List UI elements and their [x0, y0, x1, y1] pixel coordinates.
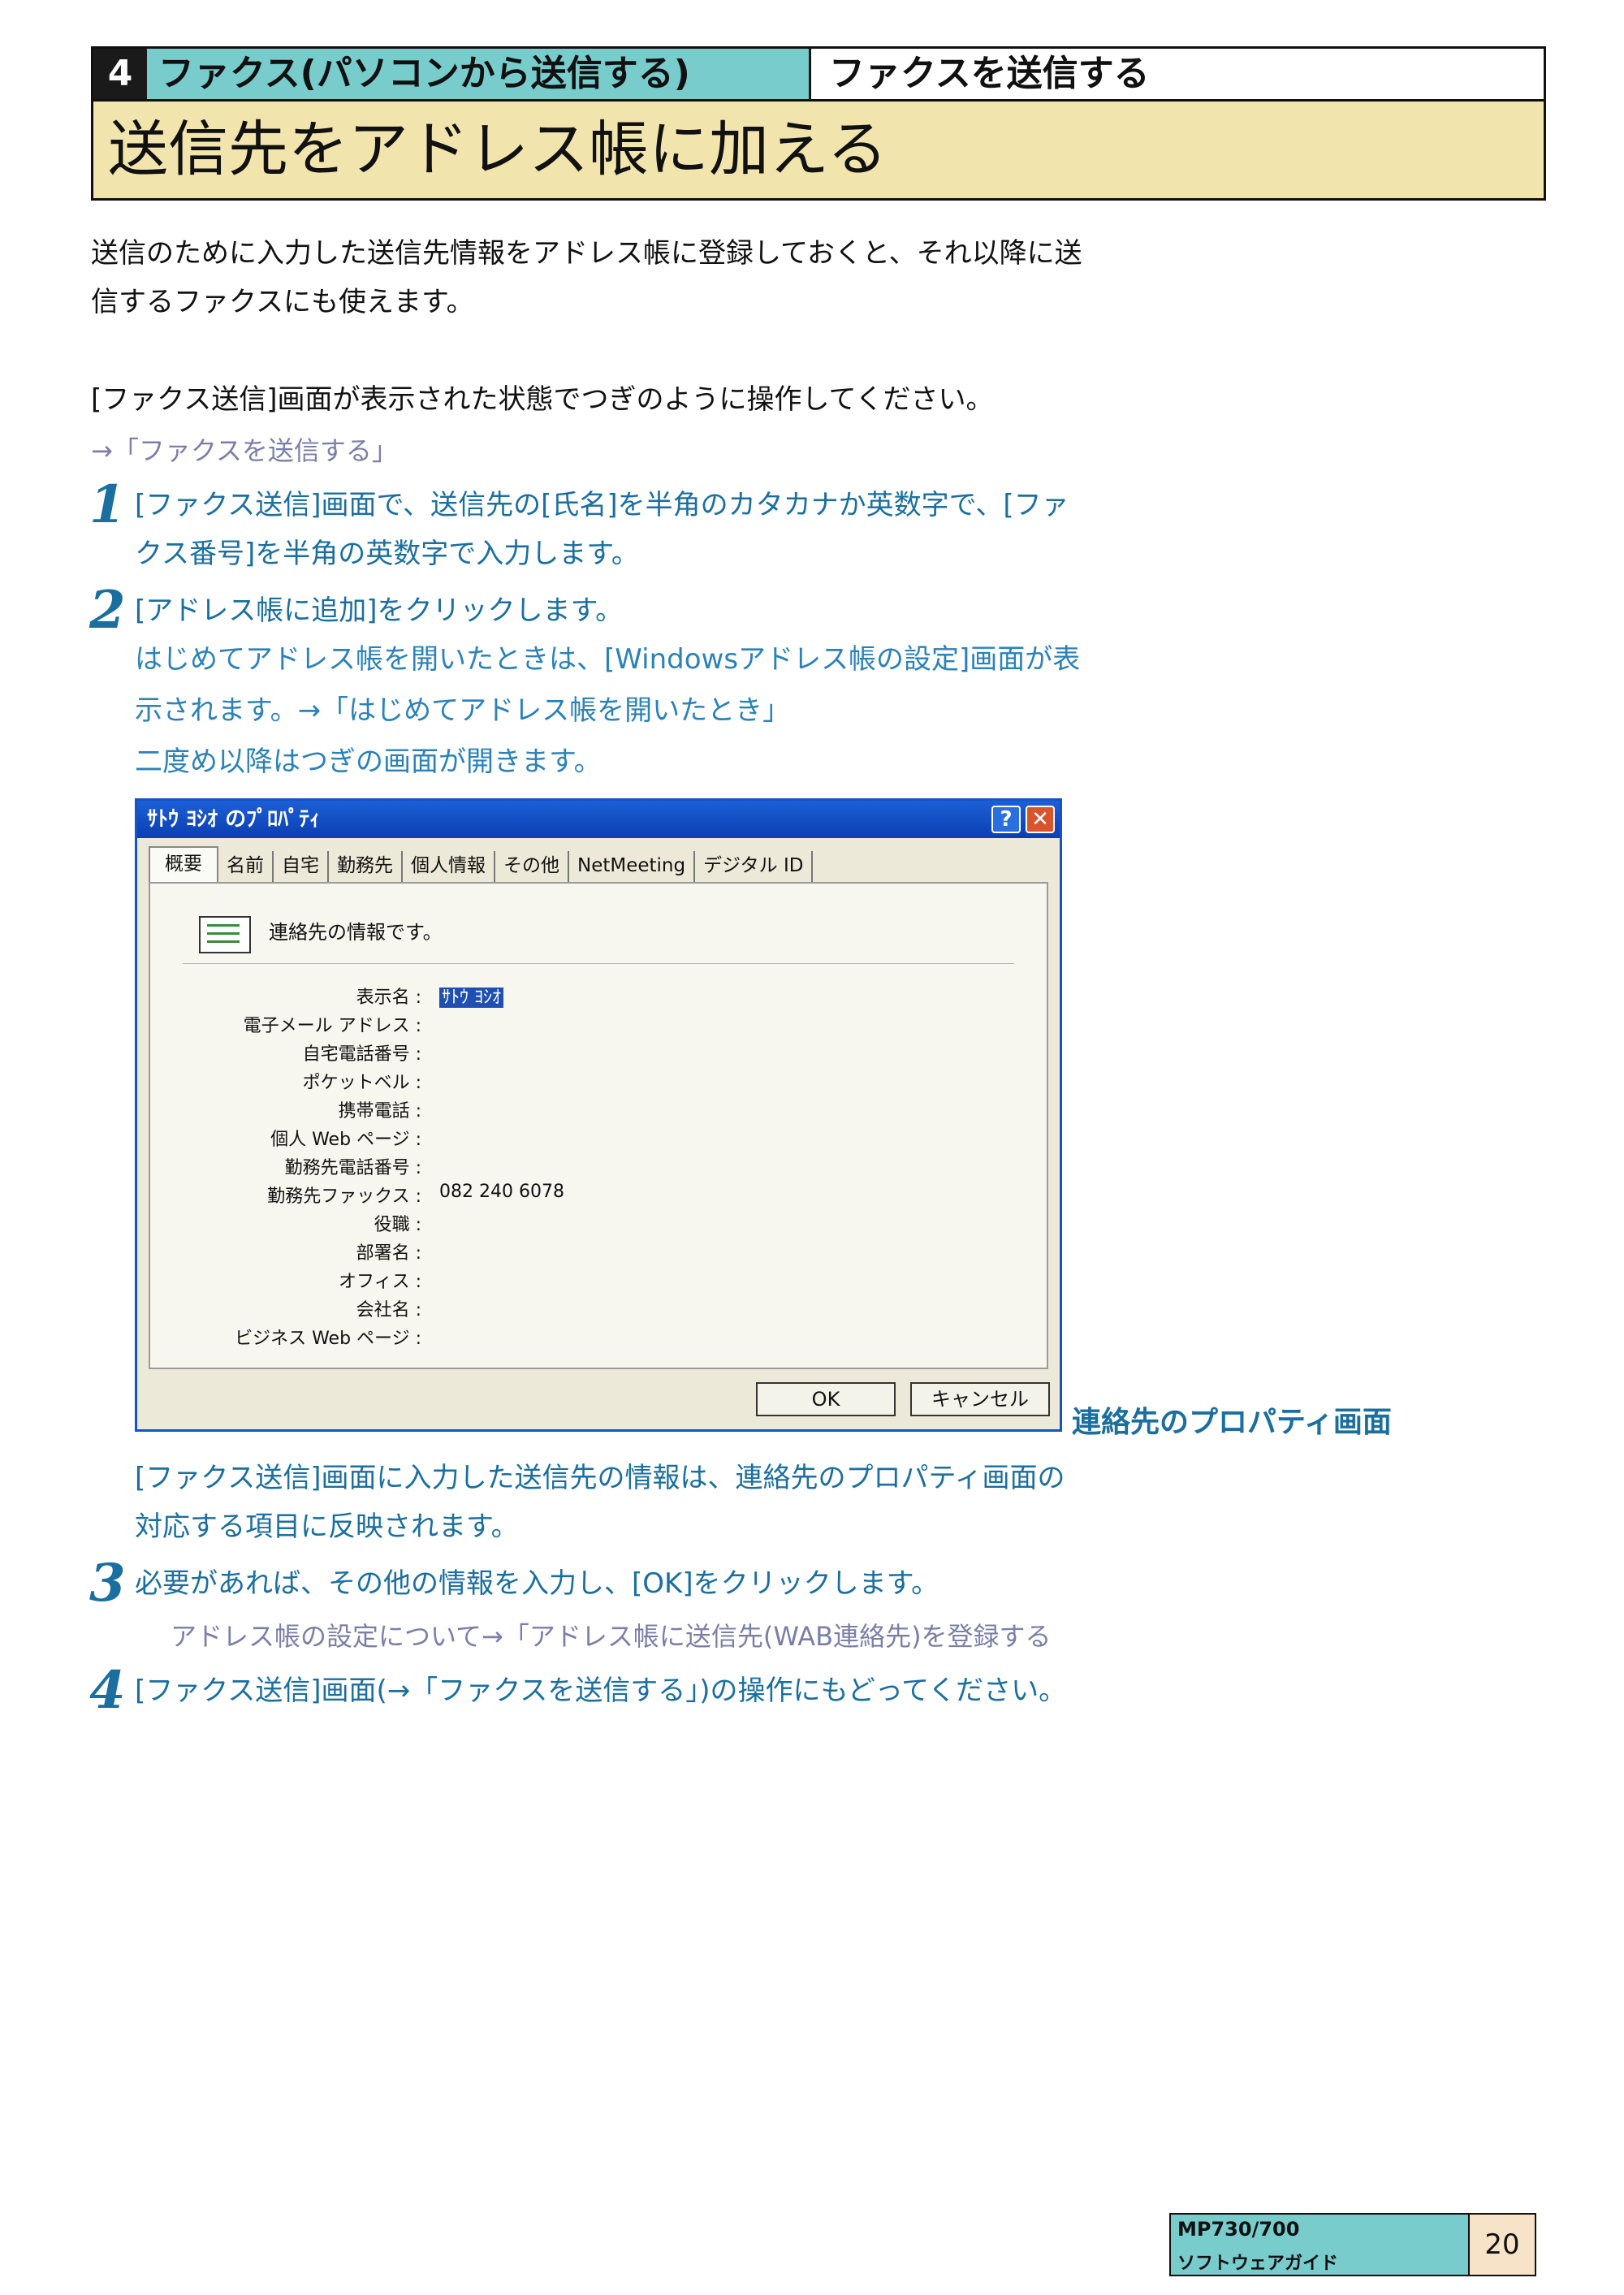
dialog-title: ｻﾄｳ ﾖｼｵ のﾌﾟﾛﾊﾟﾃｨ	[147, 807, 321, 832]
page-number: 20	[1468, 2215, 1535, 2275]
step-3-line-1: 必要があれば、その他の情報を入力し、[OK]をクリックします。	[135, 1567, 939, 1600]
step-3-number: 3	[89, 1553, 126, 1614]
contact-card-icon	[199, 916, 251, 953]
panel-description: 連絡先の情報です。	[269, 921, 443, 944]
cancel-button[interactable]: キャンセル	[910, 1382, 1050, 1416]
display-name-value: ｻﾄｳ ﾖｼｵ	[439, 983, 503, 1009]
step-4-line-1: [ファクス送信]画面(→「ファクスを送信する」)の操作にもどってください。	[135, 1675, 1067, 1707]
tab-summary[interactable]: 概要	[149, 846, 218, 882]
step-1-line-1: [ファクス送信]画面で、送信先の[氏名]を半角のカタカナか英数字で、[ファ	[135, 489, 1069, 521]
step-2-sub-1: はじめてアドレス帳を開いたときは、[Windowsアドレス帳の設定]画面が表	[135, 643, 1081, 676]
tab-other[interactable]: その他	[495, 851, 569, 882]
footer-box: MP730/700 ソフトウェアガイド 20	[1169, 2213, 1536, 2276]
field-label: 携帯電話 :	[338, 1101, 421, 1122]
intro-line-2: 信するファクスにも使えます。	[91, 286, 474, 318]
tab-business[interactable]: 勤務先	[329, 851, 403, 882]
field-label: 自宅電話番号 :	[302, 1044, 421, 1065]
step-1-line-2: クス番号]を半角の英数字で入力します。	[135, 538, 639, 570]
field-label: 勤務先電話番号 :	[284, 1158, 421, 1178]
step-2-line-1: [アドレス帳に追加]をクリックします。	[135, 594, 624, 627]
intro-line-1: 送信のために入力した送信先情報をアドレス帳に登録しておくと、それ以降に送	[91, 237, 1082, 270]
dialog-tabs: 概要 名前 自宅 勤務先 個人情報 その他 NetMeeting デジタル ID	[149, 846, 814, 882]
chapter-header: 4 ファクス(パソコンから送信する) ファクスを送信する	[91, 46, 1546, 102]
dialog-titlebar[interactable]: ｻﾄｳ ﾖｼｵ のﾌﾟﾛﾊﾟﾃｨ ? ✕	[137, 801, 1060, 838]
field-label: 部署名 :	[356, 1243, 421, 1264]
step-2-sub-3: 二度め以降はつぎの画面が開きます。	[135, 746, 602, 778]
step-1-number: 1	[89, 474, 126, 535]
after-dialog-line-1: [ファクス送信]画面に入力した送信先の情報は、連絡先のプロパティ画面の	[135, 1462, 1065, 1494]
dialog-caption: 連絡先のプロパティ画面	[1072, 1406, 1392, 1439]
summary-panel: 連絡先の情報です。 表示名 : ｻﾄｳ ﾖｼｵ 電子メール アドレス : 自宅電…	[149, 882, 1048, 1369]
field-label: 電子メール アドレス :	[243, 1016, 421, 1036]
field-label: 表示名 :	[356, 988, 421, 1008]
business-fax-value: 082 240 6078	[439, 1182, 564, 1202]
section-title: ファクスを送信する	[829, 53, 1150, 94]
ok-button[interactable]: OK	[756, 1382, 896, 1416]
step-4-number: 4	[89, 1660, 126, 1721]
step-3-note[interactable]: アドレス帳の設定について→「アドレス帳に送信先(WAB連絡先)を登録する	[171, 1616, 1052, 1653]
intro-line-3: [ファクス送信]画面が表示された状態でつぎのように操作してください。	[91, 383, 994, 416]
field-label: 個人 Web ページ :	[270, 1130, 421, 1150]
field-label: ビジネス Web ページ :	[235, 1329, 421, 1349]
field-label: オフィス :	[339, 1272, 421, 1292]
tab-name[interactable]: 名前	[218, 851, 274, 882]
step-2-sub-2: 示されます。→「はじめてアドレス帳を開いたとき」	[135, 694, 791, 727]
tab-digital-id[interactable]: デジタル ID	[695, 851, 814, 882]
tab-netmeeting[interactable]: NetMeeting	[569, 851, 696, 882]
page-title: 送信先をアドレス帳に加える	[91, 102, 1546, 201]
chapter-title: ファクス(パソコンから送信する)	[147, 49, 811, 99]
after-dialog-line-2: 対応する項目に反映されます。	[135, 1511, 519, 1543]
field-label: 会社名 :	[356, 1300, 421, 1320]
footer-guide: ソフトウェアガイド	[1177, 2254, 1339, 2274]
field-label: 勤務先ファックス :	[267, 1186, 421, 1207]
chapter-number: 4	[93, 49, 147, 99]
close-button[interactable]: ✕	[1026, 806, 1055, 833]
tab-home[interactable]: 自宅	[274, 851, 329, 882]
tab-personal[interactable]: 個人情報	[403, 851, 495, 882]
step-2-number: 2	[89, 580, 126, 641]
properties-dialog: ｻﾄｳ ﾖｼｵ のﾌﾟﾛﾊﾟﾃｨ ? ✕ 概要 名前 自宅 勤務先 個人情報 そ…	[135, 798, 1062, 1432]
link-send-fax[interactable]: →「ファクスを送信する」	[91, 430, 398, 468]
separator	[183, 963, 1014, 964]
footer-model: MP730/700	[1177, 2218, 1300, 2241]
field-label: 役職 :	[374, 1215, 421, 1235]
field-label: ポケットベル :	[302, 1073, 421, 1093]
help-button[interactable]: ?	[991, 806, 1021, 833]
